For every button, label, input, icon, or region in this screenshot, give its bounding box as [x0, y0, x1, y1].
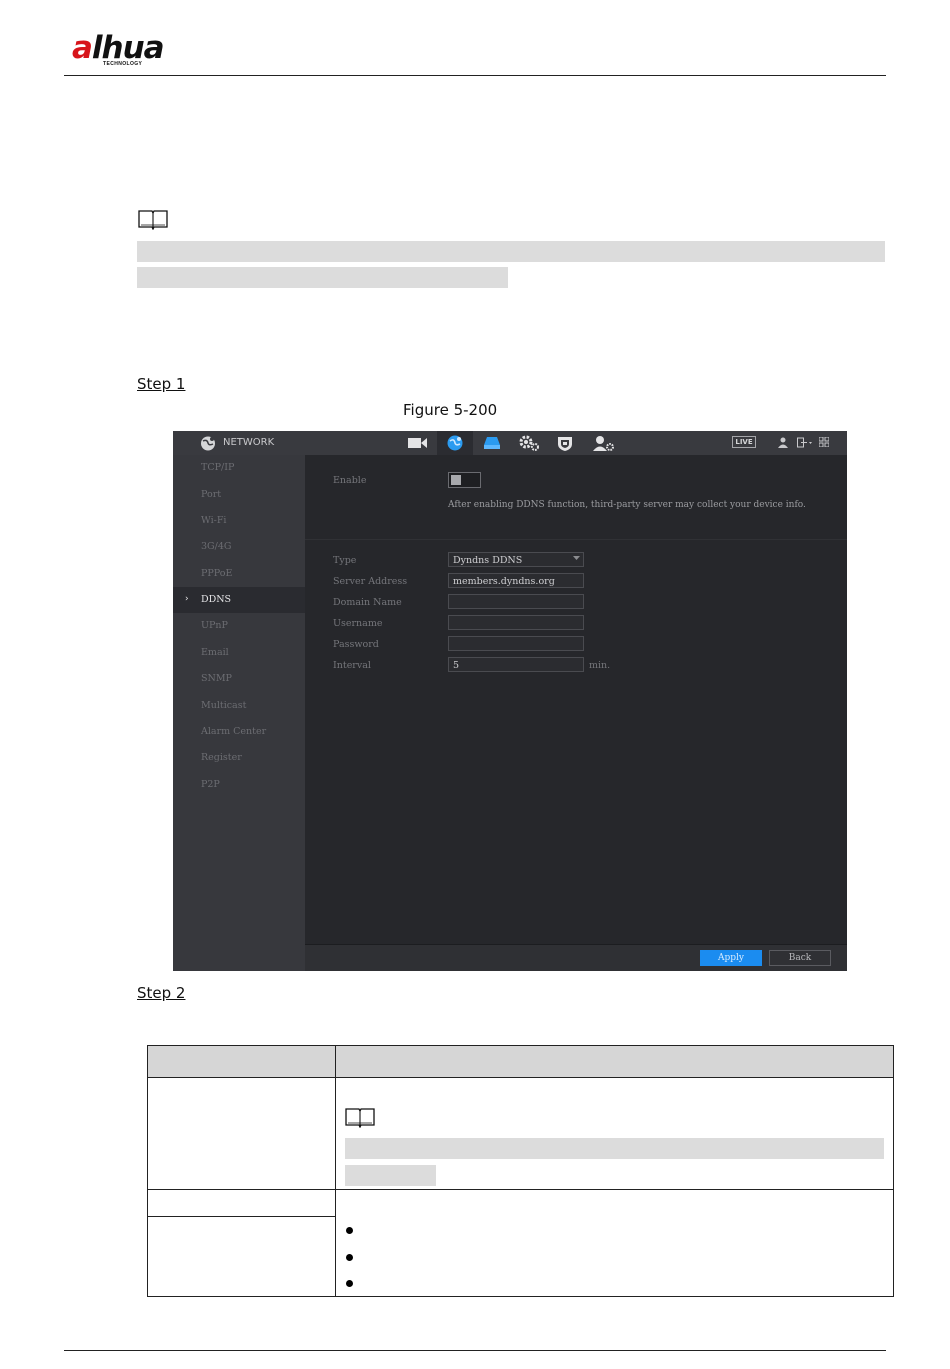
sidebar-item-wifi[interactable]: Wi-Fi [201, 515, 226, 526]
footer-rule [64, 1350, 886, 1351]
chevron-right-icon: › [185, 594, 189, 604]
sidebar-item-snmp[interactable]: SNMP [201, 673, 232, 684]
table-note-redacted-line [345, 1138, 884, 1159]
header-rule [64, 75, 886, 76]
server-address-label: Server Address [333, 576, 408, 587]
sidebar-item-3g4g[interactable]: 3G/4G [201, 541, 231, 552]
sidebar-item-multicast[interactable]: Multicast [201, 700, 246, 711]
type-label: Type [333, 555, 357, 566]
privacy-notice: After enabling DDNS function, third-part… [448, 500, 806, 510]
sidebar-item-email[interactable]: Email [201, 647, 229, 658]
toggle-knob [451, 475, 461, 485]
nav-title: NETWORK [223, 437, 275, 448]
step-2-label: Step 2 [137, 984, 186, 1002]
note-redacted-line [137, 267, 508, 288]
logo-subtitle: TECHNOLOGY [103, 61, 143, 67]
step-1-label: Step 1 [137, 375, 186, 393]
live-button[interactable]: LIVE [732, 436, 756, 448]
bullet-icon [346, 1280, 353, 1287]
interval-unit: min. [589, 660, 611, 671]
sidebar-active-highlight [173, 587, 305, 613]
sidebar-item-port[interactable]: Port [201, 489, 221, 500]
security-shield-icon[interactable] [557, 435, 573, 452]
storage-icon[interactable] [483, 436, 501, 450]
table-border-top [148, 1045, 894, 1046]
table-border-left [147, 1045, 148, 1297]
chevron-down-icon [573, 556, 580, 561]
server-address-value: members.dyndns.org [453, 576, 555, 587]
enable-label: Enable [333, 475, 367, 486]
account-icon[interactable] [593, 435, 615, 452]
interval-value: 5 [453, 660, 460, 671]
ddns-screenshot: NETWORK LIVE › TCP/IP Port Wi-Fi 3G/4G P… [173, 431, 847, 971]
grid-menu-icon[interactable] [819, 437, 829, 447]
sidebar-item-alarm-center[interactable]: Alarm Center [201, 726, 266, 737]
settings-gear-icon[interactable] [518, 434, 540, 452]
table-row-divider [148, 1077, 894, 1078]
bullet-icon [346, 1227, 353, 1234]
interval-input[interactable]: 5 [448, 657, 584, 672]
sidebar-item-tcpip[interactable]: TCP/IP [201, 462, 234, 473]
network-globe-icon [199, 435, 217, 452]
camera-icon[interactable] [408, 437, 428, 449]
type-value: Dyndns DDNS [453, 555, 523, 566]
username-label: Username [333, 618, 383, 629]
password-input[interactable] [448, 636, 584, 651]
apply-button[interactable]: Apply [700, 950, 762, 966]
table-border-bottom [148, 1296, 894, 1297]
domain-name-input[interactable] [448, 594, 584, 609]
note-book-icon [137, 208, 169, 230]
bullet-icon [346, 1254, 353, 1261]
table-column-divider [335, 1045, 336, 1297]
back-button[interactable]: Back [769, 950, 831, 966]
sidebar-item-ddns[interactable]: DDNS [201, 594, 231, 605]
username-input[interactable] [448, 615, 584, 630]
figure-caption: Figure 5-200 [403, 401, 498, 419]
sidebar-item-p2p[interactable]: P2P [201, 779, 220, 790]
network-tab[interactable] [437, 431, 473, 455]
sidebar [173, 455, 305, 971]
table-header-row [148, 1046, 893, 1077]
type-select[interactable]: Dyndns DDNS [448, 552, 584, 567]
sidebar-item-pppoe[interactable]: PPPoE [201, 568, 232, 579]
section-divider [305, 539, 847, 540]
interval-label: Interval [333, 660, 371, 671]
sidebar-item-register[interactable]: Register [201, 752, 242, 763]
sidebar-item-upnp[interactable]: UPnP [201, 620, 228, 631]
domain-name-label: Domain Name [333, 597, 402, 608]
logout-icon[interactable] [797, 437, 813, 448]
enable-toggle[interactable] [448, 472, 481, 488]
user-icon[interactable] [778, 437, 788, 448]
table-border-right [893, 1045, 894, 1297]
password-label: Password [333, 639, 379, 650]
table-row-divider [148, 1216, 335, 1217]
server-address-input[interactable]: members.dyndns.org [448, 573, 584, 588]
table-row-divider [148, 1189, 894, 1190]
table-note-redacted-line [345, 1165, 436, 1186]
footer-bar [305, 944, 847, 971]
note-redacted-line [137, 241, 885, 262]
table-note-book-icon [344, 1106, 376, 1128]
